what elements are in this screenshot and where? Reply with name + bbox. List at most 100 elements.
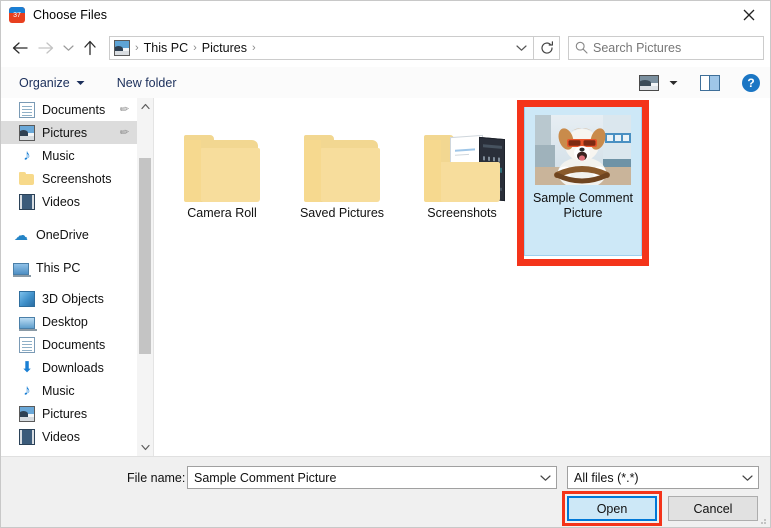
sidebar-scrollbar[interactable] xyxy=(137,98,154,456)
sidebar-item-label: Documents xyxy=(42,103,105,117)
app-icon: 37 xyxy=(9,7,25,23)
cancel-button[interactable]: Cancel xyxy=(668,496,758,521)
chevron-down-icon xyxy=(76,80,85,86)
sidebar-item-label: This PC xyxy=(36,261,80,275)
sidebar-item-label: Downloads xyxy=(42,361,104,375)
sidebar-item-label: Pictures xyxy=(42,407,87,421)
chevron-down-icon[interactable] xyxy=(534,474,556,482)
navigation-bar: › This PC › Pictures › Search Pictures xyxy=(1,30,771,65)
forward-icon[interactable] xyxy=(33,35,59,61)
address-chevron-down-icon[interactable] xyxy=(509,44,533,52)
sidebar-item-label: Videos xyxy=(42,195,80,209)
refresh-icon[interactable] xyxy=(534,36,560,60)
view-large-icons-icon[interactable] xyxy=(639,75,659,91)
downloads-icon: ⬇ xyxy=(19,360,35,376)
file-item-camera-roll[interactable]: Camera Roll xyxy=(164,106,280,221)
folder-with-preview-icon xyxy=(424,136,500,202)
sidebar-item-music-pc[interactable]: ♪ Music xyxy=(1,379,137,402)
folder-icon xyxy=(19,172,35,188)
sidebar-item-desktop[interactable]: Desktop xyxy=(1,310,137,333)
sidebar-item-label: Music xyxy=(42,384,75,398)
up-icon[interactable] xyxy=(77,35,103,61)
sidebar-item-documents-pc[interactable]: Documents xyxy=(1,333,137,356)
pc-icon xyxy=(13,263,29,275)
folder-thumbnail xyxy=(284,106,400,202)
sidebar-item-pictures-pc[interactable]: Pictures xyxy=(1,402,137,425)
command-bar-right: ? xyxy=(639,74,771,92)
file-item-sample-comment-picture[interactable]: Sample Comment Picture xyxy=(524,104,642,256)
desktop-icon xyxy=(19,317,35,329)
window-title: Choose Files xyxy=(33,8,107,22)
resize-grip[interactable] xyxy=(757,515,767,525)
new-folder-button[interactable]: New folder xyxy=(113,72,181,94)
sidebar-item-3d-objects[interactable]: 3D Objects xyxy=(1,287,137,310)
file-item-label: Camera Roll xyxy=(164,206,280,221)
file-name-value: Sample Comment Picture xyxy=(194,471,534,485)
scroll-up-icon[interactable] xyxy=(137,98,153,115)
3d-objects-icon xyxy=(19,291,35,307)
sidebar-item-downloads[interactable]: ⬇ Downloads xyxy=(1,356,137,379)
content-area: Documents ✐ Pictures ✐ ♪ Music Screensho… xyxy=(1,98,771,456)
file-item-label: Screenshots xyxy=(404,206,520,221)
sidebar-item-label: Screenshots xyxy=(42,172,111,186)
file-name-input[interactable]: Sample Comment Picture xyxy=(187,466,557,489)
pin-icon[interactable]: ✐ xyxy=(116,102,131,118)
folder-icon xyxy=(304,136,380,202)
command-bar: Organize New folder ? xyxy=(1,67,771,99)
breadcrumb-this-pc[interactable]: This PC xyxy=(144,41,188,55)
search-input[interactable]: Search Pictures xyxy=(568,36,764,60)
breadcrumb-separator: › xyxy=(130,42,144,54)
file-type-filter-select[interactable]: All files (*.*) xyxy=(567,466,759,489)
sidebar-item-documents[interactable]: Documents ✐ xyxy=(1,98,137,121)
file-item-label: Sample Comment Picture xyxy=(525,191,641,221)
title-bar: 37 Choose Files xyxy=(1,1,771,29)
picture-icon xyxy=(19,125,35,141)
file-type-filter-value: All files (*.*) xyxy=(574,471,736,485)
back-icon[interactable] xyxy=(7,35,33,61)
close-icon[interactable] xyxy=(726,1,771,29)
pin-icon[interactable]: ✐ xyxy=(116,125,131,141)
breadcrumb-separator: › xyxy=(247,42,261,54)
file-item-label: Saved Pictures xyxy=(284,206,400,221)
app-icon-badge: 37 xyxy=(9,11,25,20)
scroll-down-icon[interactable] xyxy=(137,439,153,456)
scrollbar-thumb[interactable] xyxy=(139,158,151,354)
new-folder-label: New folder xyxy=(117,76,177,90)
folder-icon xyxy=(184,136,260,202)
document-icon xyxy=(19,102,35,118)
address-bar[interactable]: › This PC › Pictures › xyxy=(109,36,534,60)
breadcrumb-separator: › xyxy=(188,42,202,54)
cloud-icon: ☁ xyxy=(13,227,29,243)
view-chevron-down-icon[interactable] xyxy=(669,80,678,86)
sidebar-item-videos-pc[interactable]: Videos xyxy=(1,425,137,448)
folder-thumbnail xyxy=(404,106,520,202)
file-name-label: File name: xyxy=(127,471,185,485)
sidebar-item-label: Music xyxy=(42,149,75,163)
chevron-down-icon[interactable] xyxy=(736,474,758,482)
sidebar-item-label: Desktop xyxy=(42,315,88,329)
document-icon xyxy=(19,337,35,353)
sidebar-item-music[interactable]: ♪ Music xyxy=(1,144,137,167)
preview-pane-icon[interactable] xyxy=(700,75,720,91)
sidebar-item-label: Documents xyxy=(42,338,105,352)
sidebar-item-onedrive[interactable]: ☁ OneDrive xyxy=(1,223,137,246)
music-icon: ♪ xyxy=(19,148,35,164)
navigation-sidebar: Documents ✐ Pictures ✐ ♪ Music Screensho… xyxy=(1,98,137,456)
file-item-screenshots[interactable]: Screenshots xyxy=(404,106,520,221)
help-icon[interactable]: ? xyxy=(742,74,760,92)
organize-label: Organize xyxy=(19,76,70,90)
file-item-saved-pictures[interactable]: Saved Pictures xyxy=(284,106,400,221)
open-button[interactable]: Open xyxy=(567,496,657,521)
organize-button[interactable]: Organize xyxy=(15,72,89,94)
image-thumbnail xyxy=(535,115,631,185)
folder-thumbnail xyxy=(164,106,280,202)
sidebar-item-label: OneDrive xyxy=(36,228,89,242)
sidebar-item-label: Videos xyxy=(42,430,80,444)
recent-locations-chevron-down-icon[interactable] xyxy=(59,35,77,61)
breadcrumb-pictures[interactable]: Pictures xyxy=(202,41,247,55)
sidebar-item-pictures[interactable]: Pictures ✐ xyxy=(1,121,137,144)
sidebar-item-screenshots[interactable]: Screenshots xyxy=(1,167,137,190)
sidebar-item-this-pc[interactable]: This PC xyxy=(1,256,137,279)
sidebar-item-videos[interactable]: Videos xyxy=(1,190,137,213)
search-placeholder: Search Pictures xyxy=(593,41,681,55)
